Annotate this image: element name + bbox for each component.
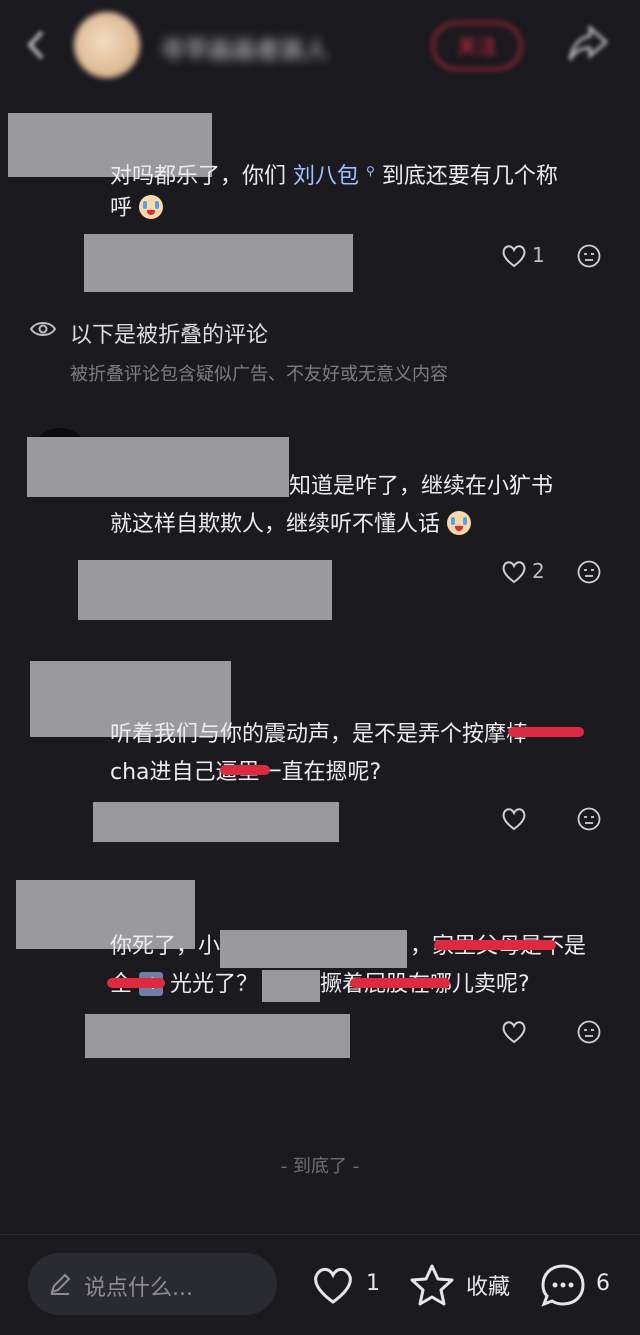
- red-scribble: [350, 978, 450, 988]
- comment-text-line1: 知道是咋了，继续在小犷书: [289, 474, 554, 499]
- folded-title: 以下是被折叠的评论: [70, 323, 269, 348]
- comment-text: 听着我们与你的震动声，是不是弄个按摩棒: [110, 716, 528, 754]
- redacted-block: [78, 560, 332, 620]
- comment-text-line1a: 你死了，小: [110, 934, 221, 959]
- comment-input[interactable]: 说点什么...: [28, 1253, 277, 1315]
- collect-label[interactable]: 收藏: [466, 1269, 510, 1301]
- comment-text-line2: 就这样自欺欺人，继续听不懂人话: [110, 506, 472, 544]
- redacted-block: [262, 970, 320, 1002]
- comment-text-part1: 对吗都乐了，你们: [110, 164, 287, 189]
- redacted-block: [93, 802, 339, 842]
- mention-link[interactable]: 刘八包: [293, 164, 359, 189]
- red-scribble: [107, 978, 165, 988]
- unamused-emoji-icon[interactable]: [577, 1020, 601, 1044]
- star-icon[interactable]: [409, 1263, 455, 1307]
- share-icon[interactable]: [566, 24, 610, 64]
- comment-text: 对吗都乐了，你们 刘八包 ⚲ 到底还要有几个称: [110, 152, 558, 196]
- author-avatar[interactable]: [74, 12, 140, 78]
- comment-text-line1: 听着我们与你的震动声，是不是弄个按摩棒: [110, 722, 529, 747]
- back-icon[interactable]: [24, 28, 48, 62]
- unamused-emoji-icon[interactable]: [577, 560, 601, 584]
- eye-icon: [29, 322, 57, 336]
- like-heart-icon[interactable]: [501, 243, 527, 269]
- comment-input-placeholder: 说点什么...: [84, 1276, 193, 1301]
- red-scribble: [220, 765, 270, 775]
- comment-text-part2: 到底还要有几个称: [381, 164, 558, 189]
- redacted-block: [84, 234, 353, 292]
- like-heart-icon[interactable]: [501, 806, 527, 832]
- comment-text-line2-value: 就这样自欺欺人，继续听不懂人话: [110, 512, 441, 537]
- comment-text-line2-value: 呼: [110, 196, 133, 221]
- comment-bubble-icon[interactable]: [540, 1263, 586, 1309]
- like-heart-icon[interactable]: [501, 559, 527, 585]
- follow-button-label: 关注: [457, 34, 497, 58]
- unamused-emoji-icon[interactable]: [577, 244, 601, 268]
- top-bar: 寻早画画者装人 关注: [0, 0, 640, 92]
- redacted-block: [220, 930, 407, 968]
- folded-subtitle: 被折叠评论包含疑似广告、不友好或无意义内容: [70, 364, 448, 385]
- pencil-icon: [50, 1273, 71, 1295]
- comment-text: 你死了，小: [110, 928, 220, 966]
- like-heart-icon[interactable]: [501, 1019, 527, 1045]
- redacted-block: [85, 1014, 350, 1058]
- like-heart-icon[interactable]: [311, 1265, 355, 1305]
- like-count: 1: [532, 243, 545, 267]
- author-name[interactable]: 寻早画画者装人: [160, 30, 328, 65]
- unamused-emoji-icon[interactable]: [577, 807, 601, 831]
- crying-emoji-icon: [447, 511, 472, 535]
- bottom-bar: 说点什么... 1 收藏 6: [0, 1234, 640, 1335]
- like-count: 1: [366, 1271, 380, 1296]
- end-of-list-text: - 到底了 -: [280, 1156, 360, 1177]
- like-count: 2: [532, 559, 545, 583]
- red-scribble: [434, 940, 556, 950]
- crying-emoji-icon: [139, 195, 164, 219]
- red-scribble: [508, 727, 584, 737]
- comment-text-line2b: 光光了？: [170, 972, 259, 997]
- redacted-block: [27, 437, 289, 497]
- comment-count: 6: [596, 1271, 610, 1296]
- comment-text: 知道是咋了，继续在小犷书: [289, 468, 553, 506]
- follow-button[interactable]: 关注: [432, 22, 522, 70]
- search-icon: ⚲: [366, 164, 375, 178]
- comment-text-line2: 呼: [110, 190, 164, 228]
